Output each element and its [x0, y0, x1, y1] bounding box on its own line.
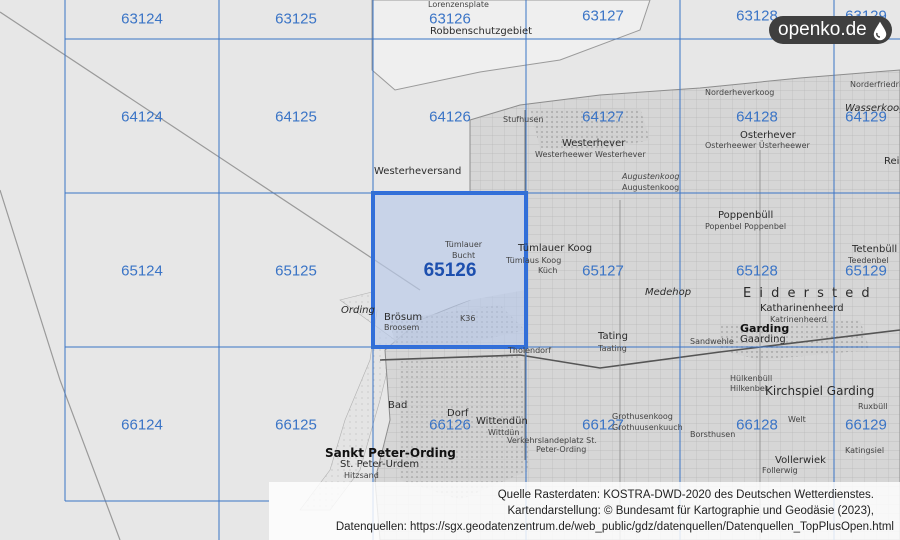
place-label: Gaarding: [740, 334, 786, 345]
place-label: Borsthusen: [690, 430, 736, 439]
place-label: Follerwig: [762, 466, 798, 475]
place-label: Dorf: [447, 408, 469, 419]
grid-cell-label[interactable]: 66125: [275, 417, 317, 434]
grid-cell-label[interactable]: 64125: [275, 109, 317, 126]
place-label: Brösum: [384, 312, 423, 323]
place-label: Katingsiel: [845, 446, 885, 455]
place-label: St. Peter-Urdem: [340, 459, 420, 470]
place-label: Bucht: [452, 251, 476, 260]
grid-cell-label[interactable]: 66128: [736, 417, 778, 434]
place-label: Vollerwiek: [775, 455, 826, 466]
place-label: Broosem: [384, 323, 420, 332]
place-label: Sankt Peter-Ording: [325, 446, 456, 460]
logo-text: openko.de: [778, 19, 867, 40]
place-label: Peter-Ording: [536, 445, 587, 454]
grid-cell-label[interactable]: 65128: [736, 263, 778, 280]
attribution-line: Quelle Rasterdaten: KOSTRA-DWD-2020 des …: [497, 489, 874, 501]
highlighted-cell-label[interactable]: 65126: [424, 260, 477, 282]
water-drop-icon: [872, 19, 888, 41]
grid-cell-label[interactable]: 64126: [429, 109, 471, 126]
place-label: Wasserkoog: [845, 103, 900, 114]
place-label: Popenbel Poppenbel: [705, 222, 787, 231]
grid-cell-label[interactable]: 65127: [582, 263, 624, 280]
place-label: Grothusenkoog: [612, 412, 673, 421]
grid-cell-label[interactable]: 64128: [736, 109, 778, 126]
place-label: Poppenbüll: [718, 210, 774, 221]
grid-cell-label[interactable]: 63126: [429, 11, 471, 28]
place-label: Medehop: [645, 287, 692, 298]
place-label: Tümlauer: [445, 240, 483, 249]
place-label: Teedenbel: [848, 256, 889, 265]
attribution-line: Datenquellen: https://sgx.geodatenzentru…: [335, 521, 894, 533]
place-label: Osterhever: [740, 130, 796, 141]
place-label: Stufhusen: [503, 115, 544, 124]
place-label: Norderfriedrichskoog: [850, 80, 900, 89]
place-label: Westerheversand: [374, 166, 462, 177]
place-label: Norderheverkoog: [705, 88, 775, 97]
grid-cell-label[interactable]: 65125: [275, 263, 317, 280]
place-label: Tümlauer Koog: [518, 243, 593, 254]
place-label: Küch: [538, 266, 558, 275]
grid-cell-label[interactable]: 64124: [121, 109, 163, 126]
place-label: Hülkenbüll: [730, 374, 773, 383]
place-label: Tümlaus Koog: [506, 256, 562, 265]
place-label: Welt: [788, 415, 806, 424]
place-label: Tetenbüll: [852, 244, 898, 255]
attribution-box: Quelle Rasterdaten: KOSTRA-DWD-2020 des …: [269, 482, 900, 540]
place-label: Tating: [598, 331, 628, 342]
road-label: K36: [460, 314, 476, 323]
place-label: Westerheewer Westerhever: [535, 150, 646, 159]
place-label: Kirchspiel Garding: [765, 384, 875, 398]
grid-cell-label[interactable]: 66129: [845, 417, 887, 434]
place-label: Westerhever: [562, 138, 626, 149]
place-label: Ording: [341, 305, 375, 316]
grid-cell-label[interactable]: 63127: [582, 8, 624, 25]
place-label: Bad: [388, 400, 408, 411]
region-label: E i d e r s t e d: [743, 286, 872, 301]
grid-cell-label[interactable]: 63124: [121, 11, 163, 28]
place-label: Rei: [884, 156, 900, 167]
place-label: Hilkenbel: [730, 384, 768, 393]
place-label: Tholendorf: [508, 346, 552, 355]
place-label: Augustenkoog: [622, 172, 680, 181]
grid-cell-label[interactable]: 66126: [429, 417, 471, 434]
grid-cell-label[interactable]: 66124: [121, 417, 163, 434]
place-label: Verkehrslandeplatz St.: [507, 436, 597, 445]
grid-cell-label[interactable]: 65129: [845, 263, 887, 280]
place-label: Sandwehle: [690, 337, 734, 346]
place-label: Augustenkoog: [622, 183, 680, 192]
place-label: Taating: [598, 344, 627, 353]
place-label: Grothuusenkuuch: [612, 423, 683, 432]
place-label: Katharinenheerd: [760, 303, 844, 314]
place-label: Robbenschutzgebiet: [430, 26, 533, 37]
place-label: Ruxbüll: [858, 402, 888, 411]
grid-cell-label[interactable]: 64127: [582, 109, 624, 126]
place-label: Lorenzensplate: [428, 0, 489, 9]
grid-cell-label[interactable]: 65124: [121, 263, 163, 280]
attribution-line: Kartendarstellung: © Bundesamt für Karto…: [507, 505, 874, 517]
place-label: Hitzsand: [344, 471, 379, 480]
place-label: Osterheewer Üsterheewer: [705, 141, 810, 150]
place-label: Wittendün: [476, 416, 528, 427]
grid-cell-label[interactable]: 63125: [275, 11, 317, 28]
map-viewport[interactable]: 63124 63125 63126 63127 63128 63129 6412…: [0, 0, 900, 540]
